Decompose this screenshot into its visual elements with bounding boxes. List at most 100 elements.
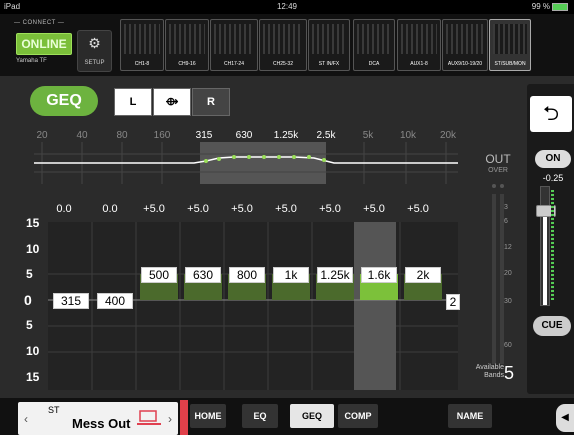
meter-scale: 20 (504, 270, 512, 277)
meter-scale: 12 (504, 244, 512, 251)
bank-meters (401, 24, 437, 54)
channel-color-strip (180, 400, 188, 435)
cue-button[interactable]: CUE (533, 316, 571, 336)
bank-ch9-16[interactable]: CH9-16 (165, 19, 209, 71)
bank-ch1-8[interactable]: CH1-8 (120, 19, 164, 71)
available-bands-count: 5 (504, 363, 515, 383)
channel-selector[interactable]: ‹ ST Mess Out › (18, 402, 178, 435)
bank-meters (169, 24, 205, 54)
bank-label: AUX1-8 (410, 61, 428, 67)
freq-label: 1.25k (273, 130, 299, 141)
bank-aux1-8[interactable]: AUX1-8 (397, 19, 441, 71)
out-label: OUT (485, 152, 511, 166)
left-channel-button[interactable]: L (114, 88, 152, 116)
prev-channel-icon[interactable]: ‹ (24, 412, 28, 426)
bank-meters (214, 24, 254, 54)
band-label-1.6k[interactable]: 1.6k (361, 267, 397, 283)
db-label: 5 (26, 267, 33, 281)
bands-text: Bands (484, 372, 504, 379)
tab-comp[interactable]: COMP (338, 404, 378, 428)
freq-label: 315 (195, 130, 213, 141)
gain-value: +5.0 (275, 203, 297, 215)
bank-aux9-20[interactable]: AUX9/10-19/20 (442, 19, 488, 71)
bank-meters (446, 24, 484, 54)
freq-label: 20 (36, 130, 48, 141)
bank-label: ST/SUB/MON (494, 61, 526, 67)
tab-eq[interactable]: EQ (242, 404, 278, 428)
geq-button[interactable]: GEQ (30, 86, 98, 116)
freq-label: 5k (362, 130, 374, 141)
fader-value: -0.25 (542, 173, 564, 183)
bank-meters (312, 24, 346, 54)
db-label: 15 (26, 370, 40, 384)
gain-value: +5.0 (363, 203, 385, 215)
band-label-630[interactable]: 630 (185, 267, 221, 283)
tab-geq[interactable]: GEQ (290, 404, 334, 428)
gain-value: +5.0 (407, 203, 429, 215)
device-name: Yamaha TF (16, 58, 47, 64)
freq-label: 10k (399, 130, 417, 141)
bank-ch25-32[interactable]: CH25-32 (259, 19, 307, 71)
bank-ch17-24[interactable]: CH17-24 (210, 19, 258, 71)
on-button[interactable]: ON (535, 150, 571, 168)
gain-value: +5.0 (231, 203, 253, 215)
laptop-icon (137, 410, 161, 425)
band-label-1.25k[interactable]: 1.25k (317, 267, 353, 283)
gain-value: 0.0 (102, 203, 118, 215)
band-label-400[interactable]: 400 (97, 293, 133, 309)
bank-label: ST IN/FX (318, 61, 340, 67)
channel-meter (551, 190, 554, 300)
online-button[interactable]: ONLINE (16, 33, 72, 55)
eq-curve-graph[interactable] (34, 142, 458, 184)
active-range (200, 142, 326, 184)
fader-fill (543, 207, 547, 305)
channel-type: ST (48, 405, 60, 415)
freq-label: 20k (439, 130, 457, 141)
bank-label: DCA (368, 61, 380, 67)
clock: 12:49 (276, 2, 298, 11)
band-label-315[interactable]: 315 (53, 293, 89, 309)
bank-label: CH25-32 (272, 61, 293, 67)
bank-label: CH9-16 (178, 61, 196, 67)
db-label: 10 (26, 344, 40, 358)
bank-st-in-fx[interactable]: ST IN/FX (308, 19, 350, 71)
bank-dca[interactable]: DCA (353, 19, 395, 71)
meter-scale: 3 (504, 204, 508, 211)
meter-scale: 6 (504, 218, 508, 225)
bank-label: AUX9/10-19/20 (447, 61, 483, 67)
band-label-800[interactable]: 800 (229, 267, 265, 283)
setup-button[interactable]: ⚙ SETUP (77, 30, 112, 72)
freq-label: 40 (76, 130, 88, 141)
tab-home[interactable]: HOME (190, 404, 226, 428)
expand-icon[interactable]: ◀ (556, 404, 574, 432)
band-edge-label: 2 (446, 294, 460, 310)
out-meter-left (492, 194, 496, 364)
band-label-1k[interactable]: 1k (273, 267, 309, 283)
over-led-left (492, 184, 496, 188)
back-button[interactable]: ⮌ (530, 96, 572, 132)
battery-percent: 99 % (531, 2, 550, 11)
available-bands-label: Available Bands (460, 364, 504, 380)
band-label-500[interactable]: 500 (141, 267, 177, 283)
db-label: 5 (26, 318, 33, 332)
meter-scale: 30 (504, 298, 512, 305)
bank-label: CH1-8 (134, 61, 150, 67)
band-label-2k[interactable]: 2k (405, 267, 441, 283)
battery-icon (552, 2, 568, 11)
freq-label: 2.5k (316, 130, 336, 141)
link-button[interactable]: ⟴ (153, 88, 191, 116)
setup-label: SETUP (84, 60, 105, 66)
return-icon: ⮌ (542, 103, 560, 125)
db-label-zero: 0 (24, 292, 32, 308)
fader-track (540, 186, 550, 306)
freq-label: 80 (116, 130, 128, 141)
status-bar: iPad 12:49 99 % (0, 0, 574, 14)
gear-icon: ⚙ (88, 35, 101, 51)
next-channel-icon[interactable]: › (168, 412, 172, 426)
bank-st-sub-mon[interactable]: ST/SUB/MON (489, 19, 531, 71)
freq-label: 630 (235, 130, 253, 141)
right-channel-button[interactable]: R (192, 88, 230, 116)
freq-label: 160 (153, 130, 171, 141)
tab-name[interactable]: NAME (448, 404, 492, 428)
bank-meters (124, 24, 160, 54)
